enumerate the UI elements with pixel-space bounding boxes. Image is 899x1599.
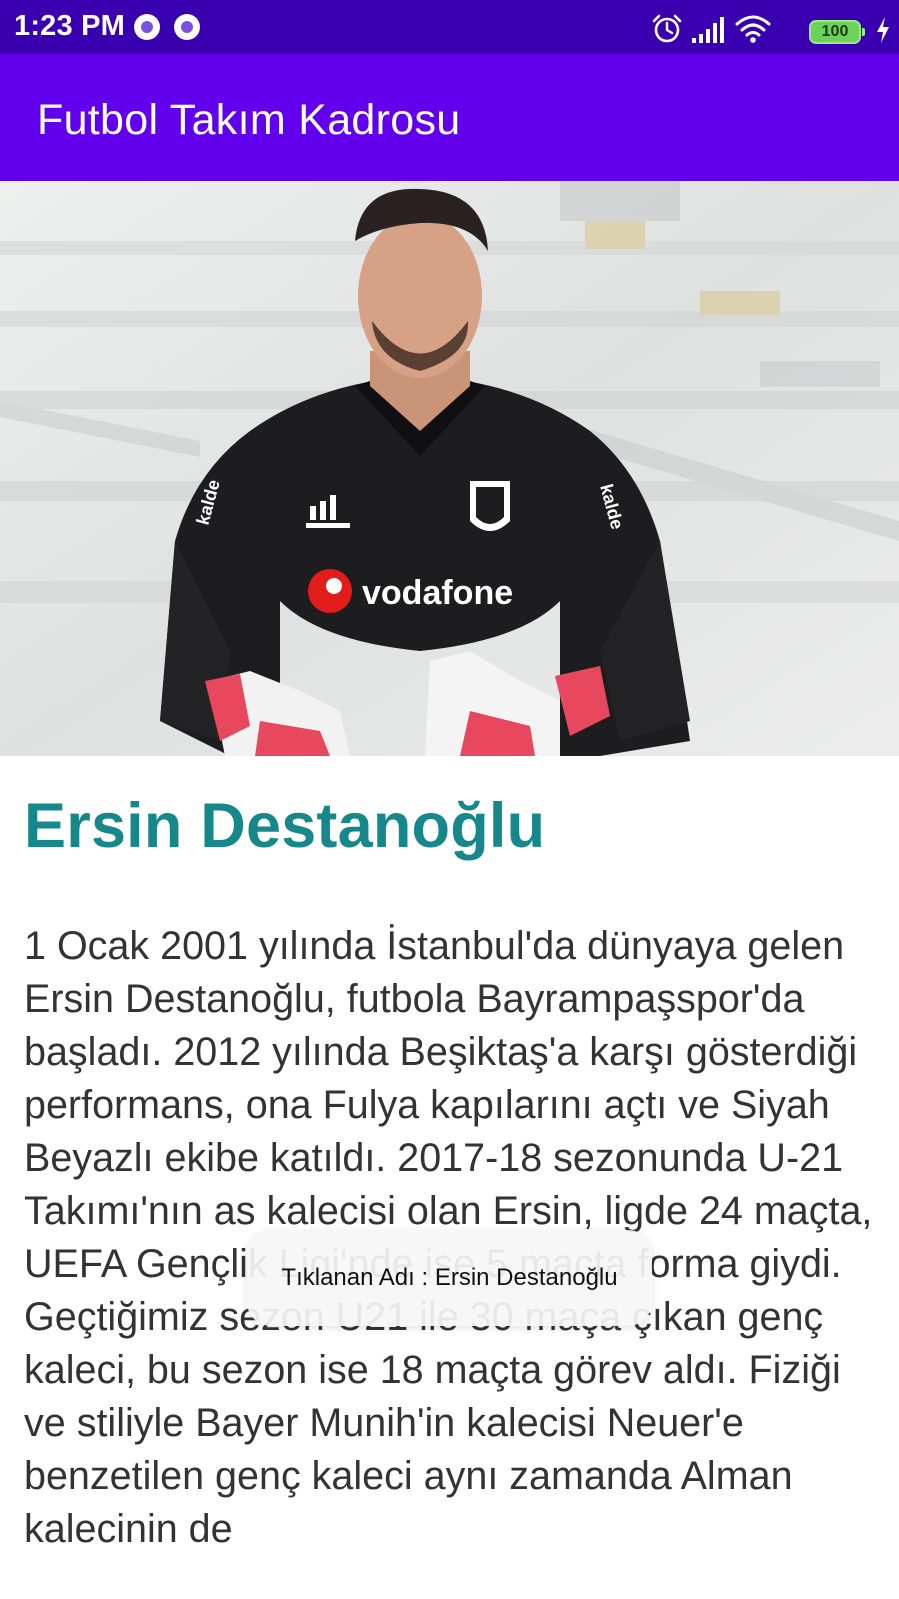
app-bar: Futbol Takım Kadrosu (0, 54, 899, 181)
notification-dot-icon (174, 14, 200, 40)
wifi-icon (735, 15, 771, 43)
signal-icon (692, 17, 724, 43)
toast-message: Tıklanan Adı : Ersin Destanoğlu (247, 1230, 652, 1326)
status-bar: 1:23 PM 100 (0, 0, 899, 54)
player-photo: vodafone kalde kalde (0, 181, 899, 756)
notification-dot-icon (134, 14, 160, 40)
status-time: 1:23 PM (14, 10, 125, 42)
status-icons: 100 (651, 8, 891, 48)
toast-text: Tıklanan Adı : Ersin Destanoğlu (281, 1264, 618, 1291)
sponsor-logo-text: vodafone (362, 574, 513, 612)
battery-icon: 100 (809, 20, 865, 44)
player-name: Ersin Destanoğlu (24, 791, 546, 861)
alarm-icon (652, 14, 682, 43)
player-photo-image: vodafone kalde kalde (0, 181, 899, 756)
app-title: Futbol Takım Kadrosu (37, 96, 461, 144)
charging-icon (877, 17, 889, 43)
